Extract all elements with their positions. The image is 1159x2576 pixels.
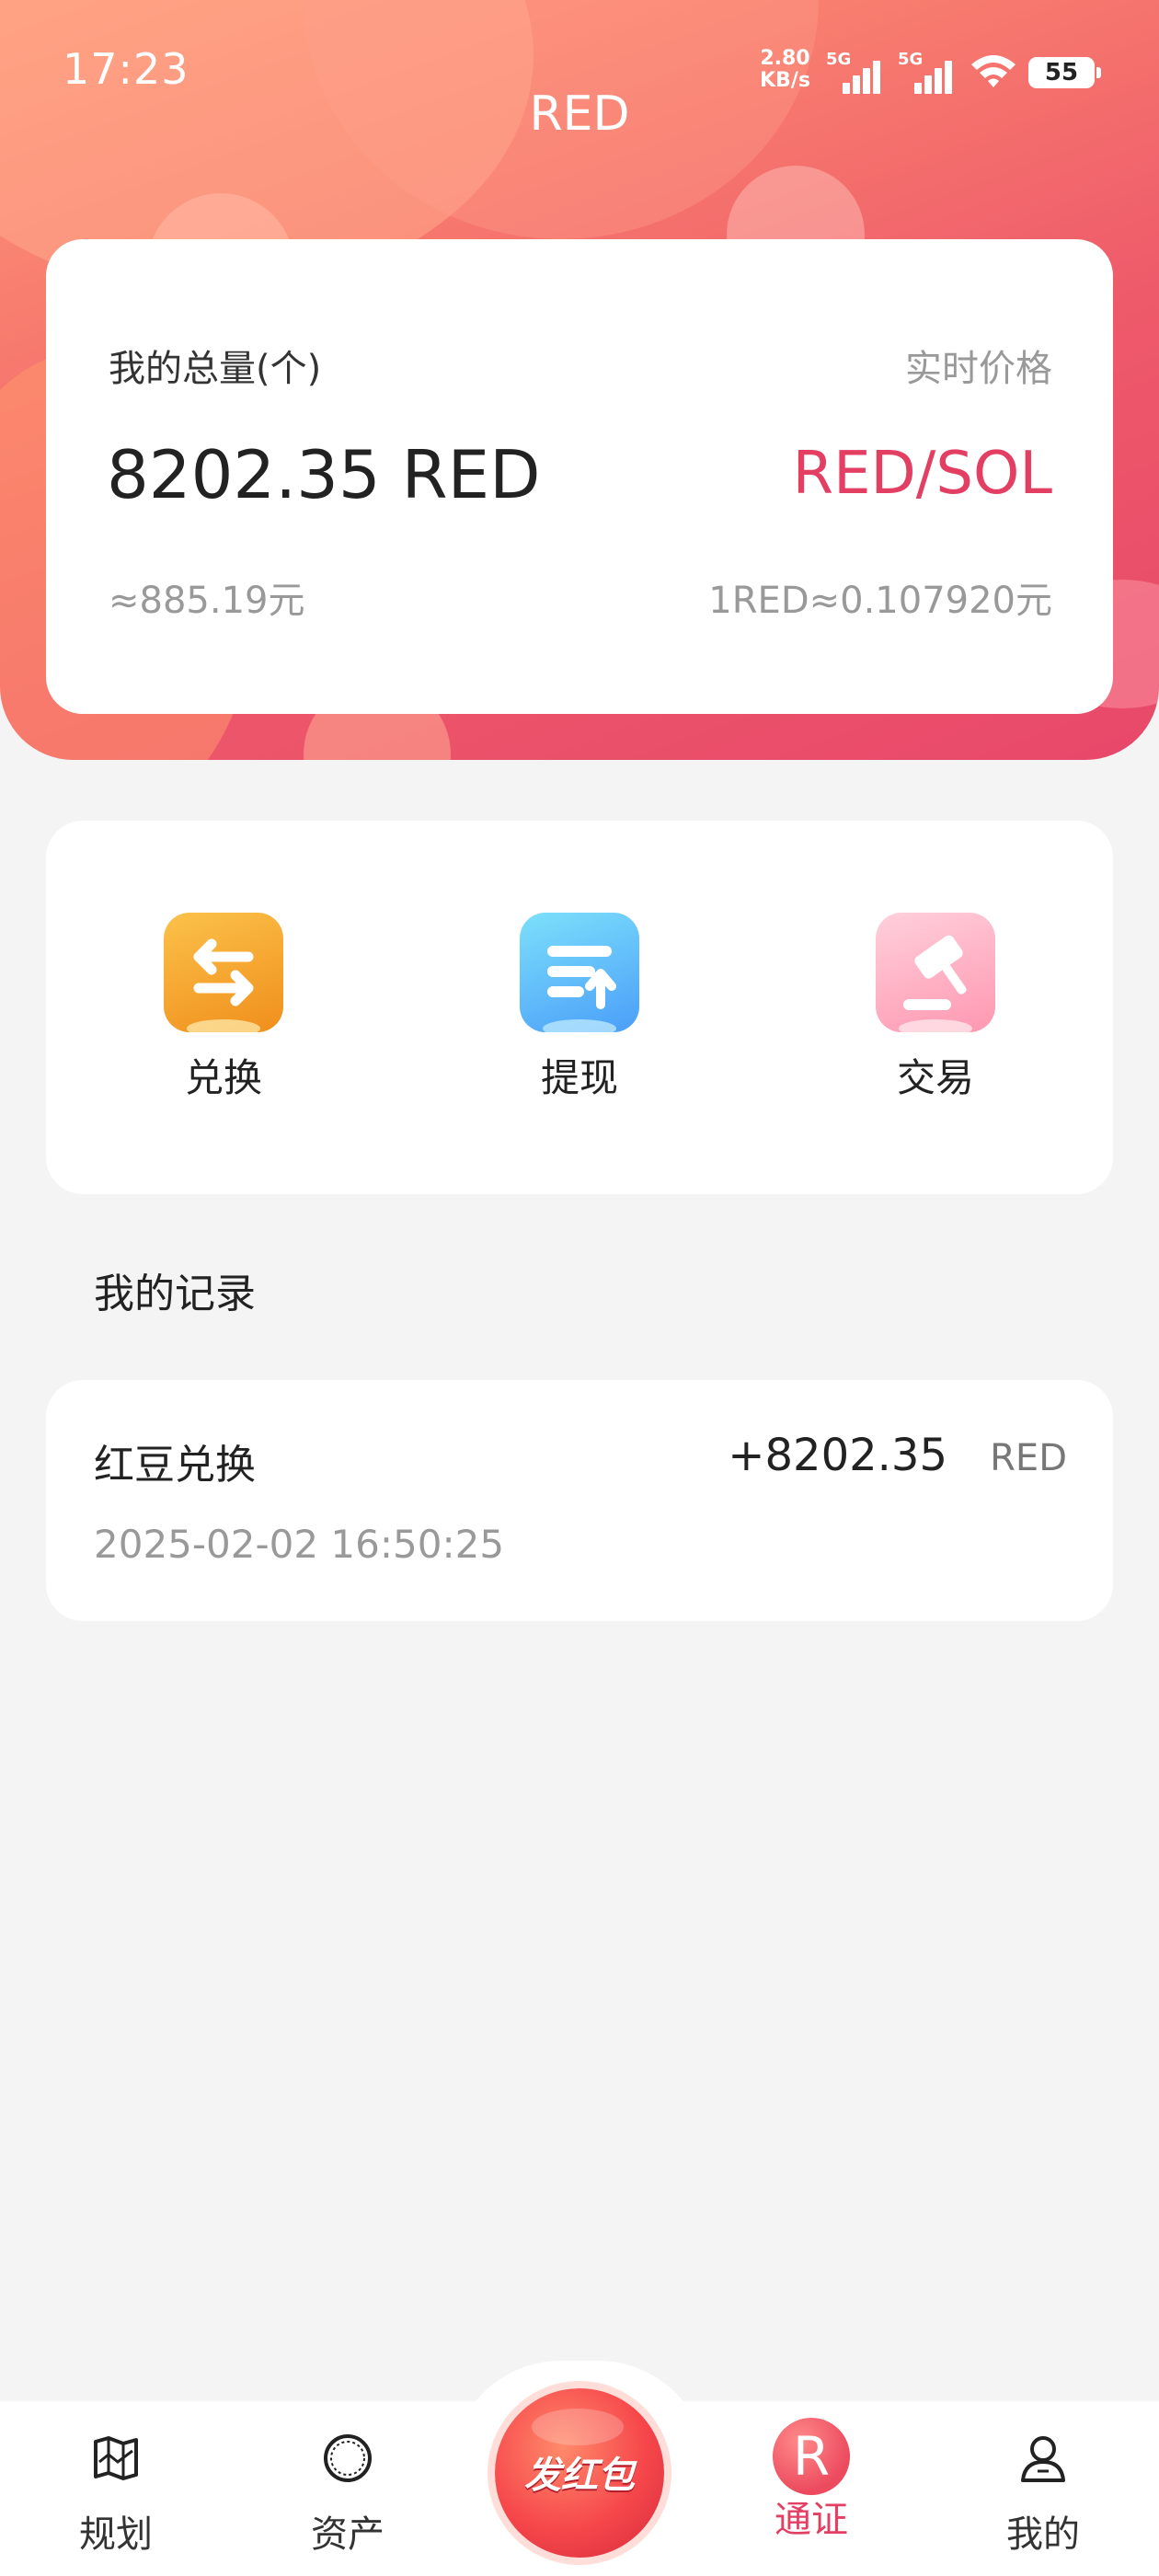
- record-unit: RED: [990, 1437, 1067, 1479]
- tab-assets[interactable]: 资产: [274, 2429, 421, 2558]
- withdraw-button[interactable]: 提现: [488, 913, 671, 1103]
- tab-mine-label: 我的: [1006, 2513, 1080, 2556]
- total-cny-value: ≈885.19元: [109, 580, 305, 622]
- battery-indicator: 55: [1028, 57, 1101, 88]
- gavel-icon: [876, 913, 995, 1032]
- exchange-label: 兑换: [184, 1055, 262, 1100]
- trade-button[interactable]: 交易: [843, 913, 1027, 1103]
- map-icon: [94, 2436, 138, 2480]
- trade-label: 交易: [896, 1055, 974, 1100]
- network-speed: 2.80 KB/s: [760, 48, 810, 92]
- withdraw-label: 提现: [540, 1055, 618, 1100]
- quick-actions-card: 兑换 提现 交易: [46, 821, 1113, 1194]
- record-timestamp: 2025-02-02 16:50:25: [94, 1522, 505, 1567]
- send-red-packet-button[interactable]: 发红包: [495, 2388, 664, 2558]
- tab-mine[interactable]: 我的: [970, 2429, 1117, 2558]
- holdings-summary-card: 我的总量(个) 实时价格 8202.35 RED RED/SOL ≈885.19…: [46, 239, 1113, 714]
- user-icon: [1021, 2436, 1065, 2482]
- total-amount-label: 我的总量(个): [109, 348, 322, 390]
- tab-assets-label: 资产: [311, 2513, 384, 2556]
- exchange-rate: 1RED≈0.107920元: [708, 580, 1052, 622]
- exchange-button[interactable]: 兑换: [132, 913, 316, 1103]
- tab-token-label: 通证: [775, 2499, 848, 2541]
- exchange-icon: [164, 913, 283, 1032]
- withdraw-icon: [520, 913, 639, 1032]
- network-speed-value: 2.80: [760, 47, 810, 70]
- record-item[interactable]: 红豆兑换 +8202.35 RED 2025-02-02 16:50:25: [46, 1380, 1113, 1621]
- record-title: 红豆兑换: [94, 1442, 256, 1489]
- send-red-packet-label: 发红包: [524, 2455, 635, 2497]
- tab-token[interactable]: R 通证: [738, 2418, 885, 2543]
- record-amount: +8202.35: [728, 1430, 947, 1481]
- token-r-icon: R: [773, 2418, 850, 2495]
- tab-plan[interactable]: 规划: [42, 2429, 189, 2558]
- total-amount-value: 8202.35 RED: [107, 436, 541, 513]
- trading-pair[interactable]: RED/SOL: [793, 440, 1052, 508]
- tab-plan-label: 规划: [79, 2513, 153, 2556]
- red-packet-icon: [532, 2409, 624, 2445]
- wifi-icon: [971, 55, 1016, 87]
- asset-icon: [324, 2434, 372, 2482]
- page-title: RED: [529, 86, 630, 142]
- realtime-price-label[interactable]: 实时价格: [905, 339, 1052, 392]
- records-section-title: 我的记录: [94, 1271, 256, 1317]
